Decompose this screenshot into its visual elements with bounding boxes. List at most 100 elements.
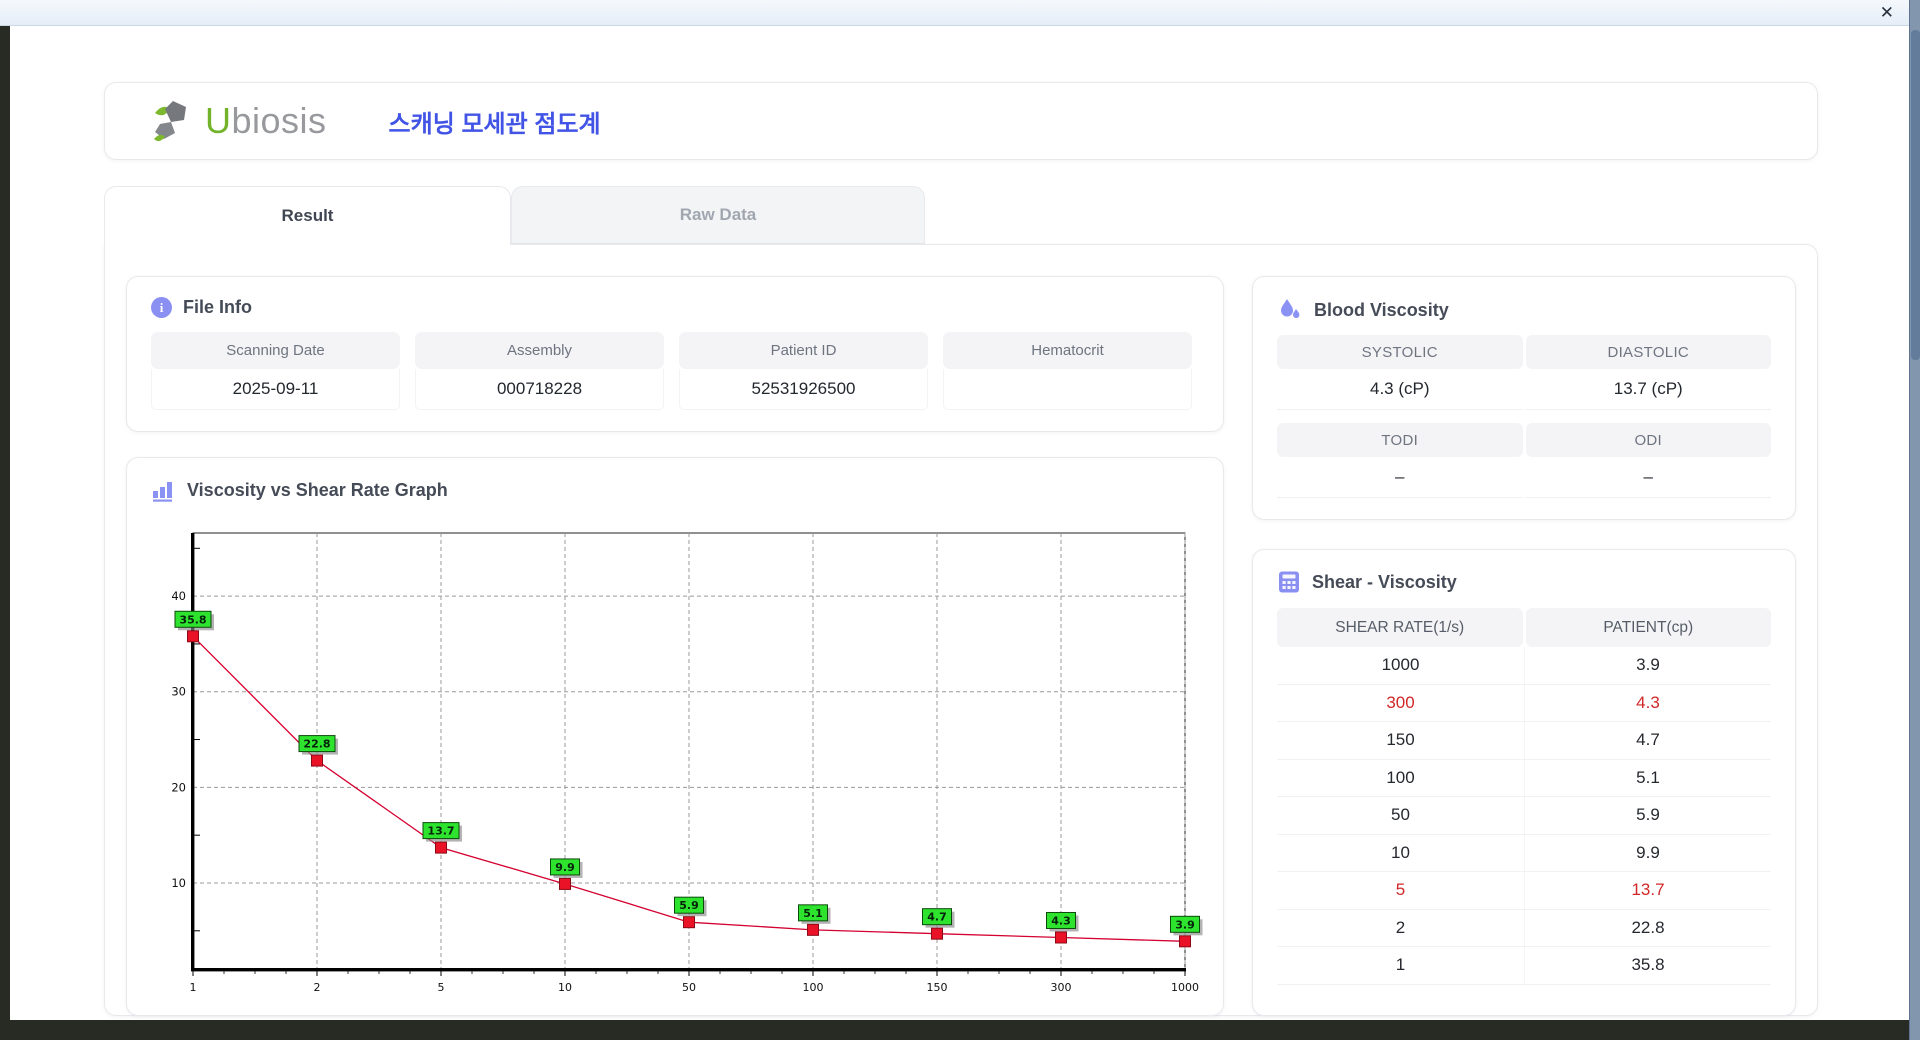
file-info-title-row: i File Info	[151, 297, 1199, 318]
field-hematocrit: Hematocrit	[943, 332, 1192, 410]
field-label: Hematocrit	[943, 332, 1192, 369]
brand-logo: Ubiosis	[151, 98, 327, 144]
bv-header-diastolic: DIASTOLIC	[1526, 335, 1772, 369]
field-value: 52531926500	[679, 369, 928, 410]
svg-text:10: 10	[171, 876, 186, 890]
bv-table-top: SYSTOLIC DIASTOLIC 4.3 (cP) 13.7 (cP)	[1277, 335, 1771, 410]
patient-cell: 9.9	[1524, 835, 1771, 872]
patient-cell: 3.9	[1524, 647, 1771, 684]
svg-text:9.9: 9.9	[555, 861, 575, 874]
patient-cell: 13.7	[1524, 872, 1771, 909]
patient-cell: 5.1	[1524, 760, 1771, 797]
field-value: 2025-09-11	[151, 369, 400, 410]
droplets-icon	[1277, 297, 1303, 323]
svg-text:20: 20	[171, 780, 186, 794]
svg-text:5: 5	[438, 981, 445, 994]
file-info-title: File Info	[183, 297, 252, 318]
svg-text:150: 150	[927, 981, 948, 994]
desktop-edge-bottom	[0, 1020, 1909, 1040]
svg-text:30: 30	[171, 685, 186, 699]
field-label: Scanning Date	[151, 332, 400, 369]
field-label: Assembly	[415, 332, 664, 369]
table-row: 1504.7	[1277, 722, 1771, 760]
vertical-scrollbar[interactable]	[1909, 0, 1920, 1040]
shear-rate-cell: 2	[1277, 910, 1524, 947]
table-row: 513.7	[1277, 872, 1771, 910]
bv-value-diastolic: 13.7 (cP)	[1526, 369, 1772, 410]
graph-title: Viscosity vs Shear Rate Graph	[187, 480, 448, 501]
shear-rate-cell: 10	[1277, 835, 1524, 872]
field-label: Patient ID	[679, 332, 928, 369]
svg-text:2: 2	[314, 981, 321, 994]
shear-title-row: Shear - Viscosity	[1277, 570, 1771, 594]
table-row: 3004.3	[1277, 685, 1771, 723]
table-row: 109.9	[1277, 835, 1771, 873]
patient-cell: 5.9	[1524, 797, 1771, 834]
blood-viscosity-title-row: Blood Viscosity	[1277, 297, 1771, 323]
bv-value-odi: –	[1526, 457, 1772, 498]
table-row: 135.8	[1277, 947, 1771, 985]
svg-text:5.9: 5.9	[679, 899, 699, 912]
viscosity-graph-card: Viscosity vs Shear Rate Graph 10 20 30 40 1 2…	[126, 457, 1224, 1016]
bv-header-todi: TODI	[1277, 423, 1523, 457]
page-title: 스캐닝 모세관 점도계	[389, 104, 601, 139]
window-titlebar: ✕	[0, 0, 1920, 26]
graph-title-row: Viscosity vs Shear Rate Graph	[151, 478, 1199, 503]
svg-text:1000: 1000	[1171, 981, 1199, 994]
app-window: ✕ Ubiosis 스캐닝 모세관 점도계 Result Raw Data i	[0, 0, 1920, 1040]
bv-value-systolic: 4.3 (cP)	[1277, 369, 1523, 410]
close-icon[interactable]: ✕	[1880, 2, 1894, 24]
leaf-cluster-icon	[151, 98, 197, 144]
bv-value-todi: –	[1277, 457, 1523, 498]
blood-viscosity-title: Blood Viscosity	[1314, 300, 1449, 321]
svg-text:40: 40	[171, 589, 186, 603]
svg-text:35.8: 35.8	[179, 613, 206, 626]
svg-text:22.8: 22.8	[303, 738, 330, 751]
svg-text:10: 10	[558, 981, 572, 994]
field-value: 000718228	[415, 369, 664, 410]
file-info-fields: Scanning Date 2025-09-11 Assembly 000718…	[151, 332, 1199, 410]
shear-viscosity-card: Shear - Viscosity SHEAR RATE(1/s) PATIEN…	[1252, 549, 1796, 1016]
svg-text:300: 300	[1051, 981, 1072, 994]
desktop-edge-left	[0, 26, 10, 1040]
svg-text:4.3: 4.3	[1051, 914, 1071, 927]
brand-text: Ubiosis	[205, 100, 327, 142]
shear-rate-cell: 100	[1277, 760, 1524, 797]
patient-cell: 4.3	[1524, 685, 1771, 722]
shear-table-header: SHEAR RATE(1/s) PATIENT(cp)	[1277, 608, 1771, 647]
field-patient-id: Patient ID 52531926500	[679, 332, 928, 410]
svg-text:100: 100	[803, 981, 824, 994]
svg-text:1: 1	[190, 981, 197, 994]
svg-text:5.1: 5.1	[803, 907, 823, 920]
bv-table-bottom: TODI ODI – –	[1277, 423, 1771, 498]
shear-table-body: 10003.93004.31504.71005.1505.9109.9513.7…	[1277, 647, 1771, 985]
shear-rate-cell: 5	[1277, 872, 1524, 909]
info-icon: i	[151, 297, 172, 318]
shear-rate-cell: 1000	[1277, 647, 1524, 684]
shear-col-rate: SHEAR RATE(1/s)	[1277, 608, 1523, 647]
viscosity-chart: 10 20 30 40 1 2 5 10 50 100 150 300 1000 35.8 22.8 13.7…	[147, 520, 1203, 996]
bar-chart-icon	[151, 478, 176, 503]
shear-rate-cell: 300	[1277, 685, 1524, 722]
field-value	[943, 369, 1192, 410]
scrollbar-thumb[interactable]	[1911, 30, 1920, 360]
shear-rate-cell: 150	[1277, 722, 1524, 759]
bv-header-odi: ODI	[1526, 423, 1772, 457]
brand-header-card: Ubiosis 스캐닝 모세관 점도계	[104, 82, 1818, 160]
patient-cell: 35.8	[1524, 947, 1771, 984]
file-info-card: i File Info Scanning Date 2025-09-11 Ass…	[126, 276, 1224, 432]
tab-result[interactable]: Result	[104, 186, 511, 245]
calculator-grid-icon	[1277, 570, 1301, 594]
tab-raw-data[interactable]: Raw Data	[511, 186, 925, 244]
svg-text:50: 50	[682, 981, 696, 994]
table-row: 222.8	[1277, 910, 1771, 948]
patient-cell: 4.7	[1524, 722, 1771, 759]
table-row: 505.9	[1277, 797, 1771, 835]
svg-text:13.7: 13.7	[427, 825, 454, 838]
svg-text:4.7: 4.7	[927, 911, 947, 924]
shear-rate-cell: 1	[1277, 947, 1524, 984]
table-row: 10003.9	[1277, 647, 1771, 685]
bv-header-systolic: SYSTOLIC	[1277, 335, 1523, 369]
shear-title: Shear - Viscosity	[1312, 572, 1457, 593]
table-row: 1005.1	[1277, 760, 1771, 798]
